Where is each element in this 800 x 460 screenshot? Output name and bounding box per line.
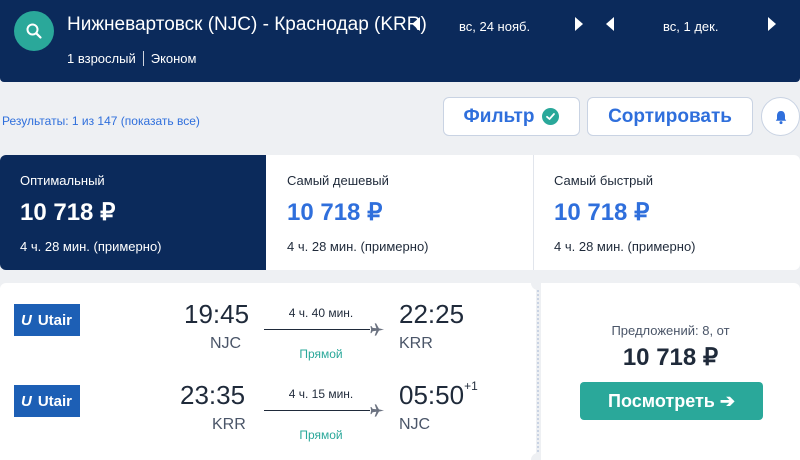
utair-u-icon: U (21, 392, 32, 410)
search-icon (26, 23, 42, 39)
arrival-time: 22:25 (399, 299, 464, 330)
filter-button[interactable]: Фильтр (443, 97, 580, 136)
tab-duration: 4 ч. 28 мин. (примерно) (287, 239, 429, 254)
cabin-label: Эконом (150, 51, 197, 66)
flight-line (264, 329, 370, 330)
flight-duration: 4 ч. 40 мин. (288, 306, 354, 320)
tab-price: 10 718 ₽ (287, 199, 383, 226)
tab-price: 10 718 ₽ (20, 199, 116, 226)
departure-time: 19:45 (184, 299, 250, 329)
arrival-code: NJC (399, 416, 431, 433)
flight-duration: 4 ч. 15 мин. (288, 387, 354, 401)
sort-button[interactable]: Сортировать (587, 97, 753, 136)
arrival-time-value: 22:25 (399, 299, 465, 329)
view-offer-button[interactable]: Посмотреть ➔ (580, 382, 763, 420)
tab-duration: 4 ч. 28 мин. (примерно) (554, 239, 696, 254)
utair-u-icon: U (21, 311, 32, 329)
plane-icon (370, 323, 385, 336)
flight-line (264, 410, 370, 411)
arrival-time: 05:50+1 (399, 379, 478, 411)
search-button[interactable] (14, 11, 54, 51)
sort-button-label: Сортировать (608, 105, 732, 127)
plane-icon (370, 404, 385, 417)
prev-return-date-icon[interactable] (606, 17, 614, 31)
departure-time: 23:35 (180, 380, 246, 410)
ticket-card[interactable]: U Utair 19:45 NJC 4 ч. 40 мин. Прямой 22… (0, 283, 536, 460)
sort-tabs: Оптимальный 10 718 ₽ 4 ч. 28 мин. (приме… (0, 155, 800, 270)
ticket-price: 10 718 ₽ (622, 344, 719, 371)
meta-divider (142, 51, 144, 66)
check-icon (542, 108, 560, 125)
ticket-perforation (537, 283, 540, 460)
passengers-label: 1 взрослый (67, 51, 136, 66)
tab-duration: 4 ч. 28 мин. (примерно) (20, 239, 162, 254)
tab-price: 10 718 ₽ (554, 199, 650, 226)
tab-fastest[interactable]: Самый быстрый 10 718 ₽ 4 ч. 28 мин. (при… (534, 155, 800, 270)
arrival-day-offset: +1 (464, 379, 478, 394)
departure-code: KRR (212, 416, 246, 433)
bell-icon (775, 110, 786, 124)
next-departure-date-icon[interactable] (575, 17, 583, 31)
return-date[interactable]: вс, 1 дек. (663, 19, 718, 34)
airline-logo: U Utair (14, 304, 80, 336)
price-alert-button[interactable] (761, 97, 800, 136)
departure-date[interactable]: вс, 24 нояб. (459, 19, 530, 34)
tab-label: Самый дешевый (287, 173, 389, 188)
stops-label: Прямой (299, 428, 343, 442)
airline-logo: U Utair (14, 385, 80, 417)
route-title[interactable]: Нижневартовск (NJC) - Краснодар (KRR) (67, 14, 427, 36)
search-header: Нижневартовск (NJC) - Краснодар (KRR) 1 … (0, 0, 800, 82)
airline-name: Utair (37, 311, 73, 329)
tab-cheapest[interactable]: Самый дешевый 10 718 ₽ 4 ч. 28 мин. (при… (267, 155, 533, 270)
arrival-code: KRR (399, 335, 433, 352)
tab-label: Оптимальный (20, 173, 105, 188)
prev-departure-date-icon[interactable] (412, 17, 420, 31)
trip-meta[interactable]: 1 взрослый Эконом (67, 51, 196, 66)
filter-button-label: Фильтр (463, 105, 535, 127)
airline-name: Utair (37, 392, 73, 410)
results-count-link[interactable]: Результаты: 1 из 147 (показать все) (2, 114, 200, 128)
offers-count: Предложений: 8, от (611, 323, 730, 338)
next-return-date-icon[interactable] (768, 17, 776, 31)
tab-label: Самый быстрый (554, 173, 653, 188)
arrival-time-value: 05:50 (399, 380, 465, 410)
ticket-price-panel: Предложений: 8, от 10 718 ₽ Посмотреть ➔ (541, 283, 800, 460)
departure-code: NJC (210, 335, 242, 352)
stops-label: Прямой (299, 347, 343, 361)
tab-optimal[interactable]: Оптимальный 10 718 ₽ 4 ч. 28 мин. (приме… (0, 155, 266, 270)
